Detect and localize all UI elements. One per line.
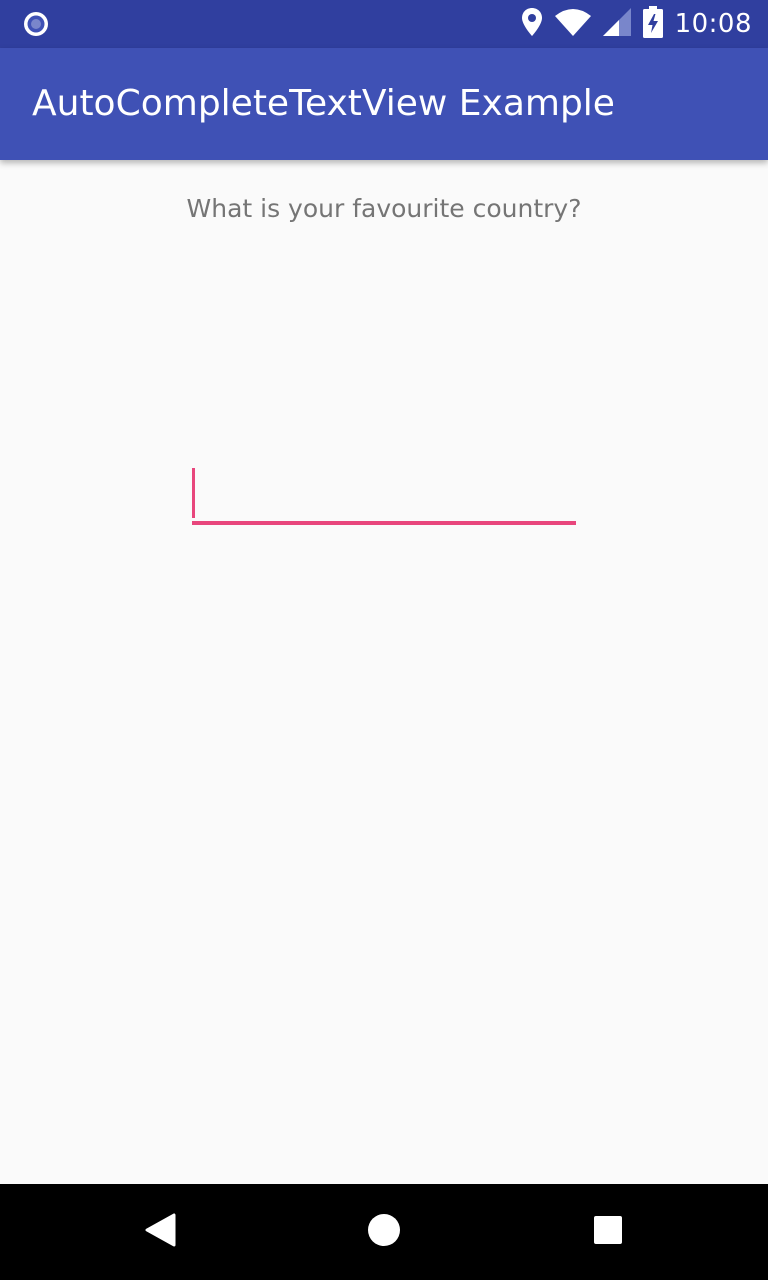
home-button[interactable]: [360, 1208, 408, 1256]
notification-record-icon: [22, 10, 50, 38]
recents-button[interactable]: [584, 1208, 632, 1256]
signal-icon: [602, 8, 631, 40]
home-icon: [367, 1213, 401, 1251]
country-autocomplete-field[interactable]: [192, 466, 576, 526]
battery-charging-icon: [642, 6, 663, 42]
country-input[interactable]: [192, 466, 576, 522]
input-underline: [192, 521, 576, 525]
location-icon: [521, 7, 543, 41]
question-label: What is your favourite country?: [186, 194, 582, 223]
back-icon: [144, 1213, 176, 1251]
wifi-icon: [554, 8, 591, 40]
app-title: AutoCompleteTextView Example: [32, 83, 615, 124]
recents-icon: [593, 1215, 623, 1249]
text-cursor: [192, 468, 195, 518]
back-button[interactable]: [136, 1208, 184, 1256]
app-bar: AutoCompleteTextView Example: [0, 48, 768, 160]
status-bar: 10:08: [0, 0, 768, 48]
status-time: 10:08: [674, 9, 752, 39]
navigation-bar: [0, 1184, 768, 1280]
status-icons: 10:08: [521, 0, 752, 48]
screen: 10:08 AutoCompleteTextView Example What …: [0, 0, 768, 1280]
